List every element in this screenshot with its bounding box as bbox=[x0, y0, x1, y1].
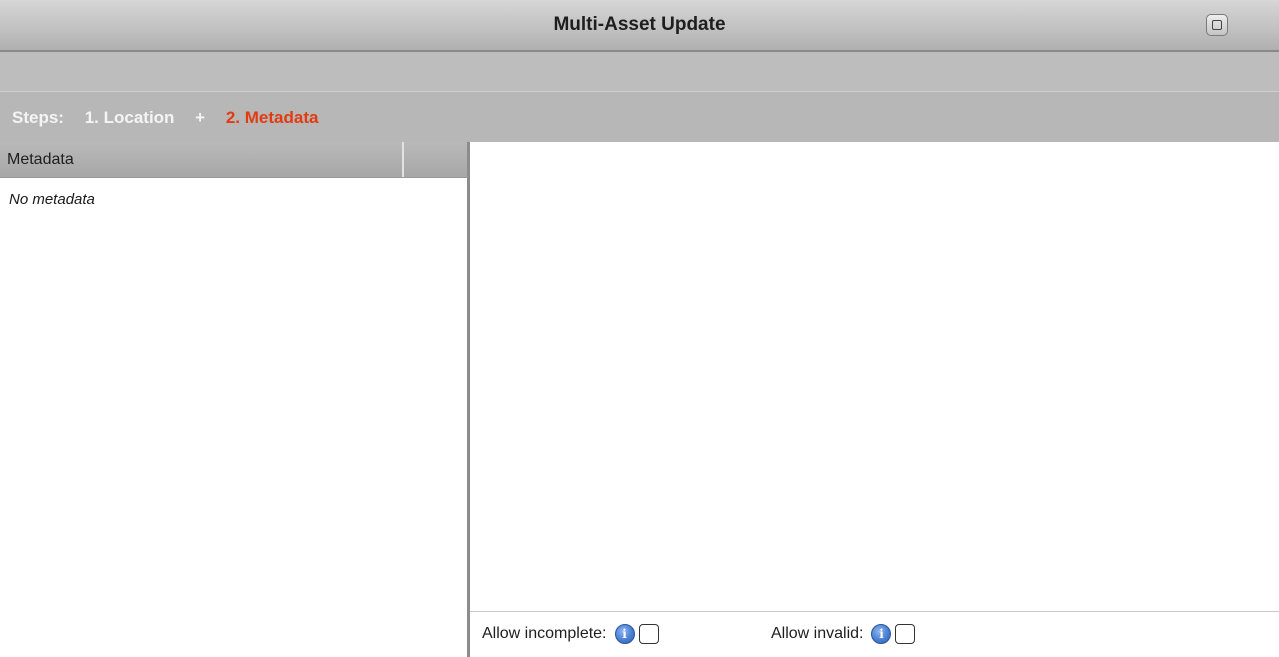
allow-invalid-option: Allow invalid: i bbox=[771, 612, 916, 656]
info-icon[interactable]: i bbox=[614, 624, 635, 644]
empty-metadata-message: No metadata bbox=[9, 191, 95, 208]
metadata-panel: Metadata No metadata bbox=[0, 142, 467, 657]
options-bar: Allow incomplete: i Allow invalid: i bbox=[470, 611, 1279, 657]
step-separator: + bbox=[195, 108, 206, 127]
step-location[interactable]: 1. Location bbox=[85, 92, 175, 144]
metadata-table-header: Metadata bbox=[0, 142, 467, 178]
allow-incomplete-option: Allow incomplete: i bbox=[482, 612, 659, 656]
step-metadata[interactable]: 2. Metadata bbox=[226, 92, 319, 144]
maximize-button[interactable] bbox=[1206, 14, 1228, 36]
allow-incomplete-checkbox[interactable] bbox=[638, 624, 659, 644]
column-header-extra[interactable] bbox=[406, 142, 467, 177]
maximize-icon bbox=[1212, 20, 1222, 30]
editor-panel bbox=[470, 142, 1279, 657]
allow-invalid-label: Allow invalid: bbox=[771, 625, 864, 642]
window-title: Multi-Asset Update bbox=[553, 14, 726, 35]
steps-bar: Steps: 1. Location + 2. Metadata bbox=[0, 92, 1279, 142]
title-bar: Multi-Asset Update bbox=[0, 0, 1279, 52]
steps-label: Steps: bbox=[12, 108, 64, 127]
column-header-metadata[interactable]: Metadata bbox=[0, 142, 404, 177]
allow-invalid-checkbox[interactable] bbox=[895, 624, 916, 644]
allow-incomplete-label: Allow incomplete: bbox=[482, 625, 607, 642]
toolbar bbox=[0, 52, 1279, 92]
steps-breadcrumb: Steps: 1. Location + 2. Metadata bbox=[12, 92, 318, 142]
info-icon[interactable]: i bbox=[871, 624, 892, 644]
